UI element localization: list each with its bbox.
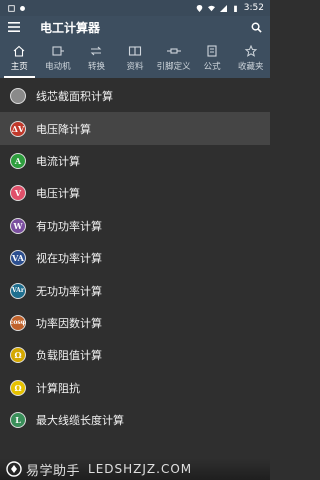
tab-label: 主页 [10,61,28,72]
app-bar: 电工计算器 [0,16,270,38]
list-item[interactable]: W 有功功率计算 [0,210,270,242]
calculator-badge-icon: ΔV [10,120,26,137]
calculator-badge-icon: VA [10,250,26,267]
calculator-badge-icon: VAr [10,282,26,299]
list-item[interactable]: L 最大线缆长度计算 [0,404,270,436]
formula-icon [207,44,217,57]
tab-favorites[interactable]: 收藏夹 [231,38,270,78]
list-item[interactable]: VA 视在功率计算 [0,242,270,274]
wifi-icon [207,5,215,11]
watermark: 易学助手 LEDSHZJZ.COM [0,458,270,480]
calculator-badge-icon: Ω [10,347,26,364]
gallery-icon [8,4,15,12]
tab-home[interactable]: 主页 [0,38,39,78]
motor-icon [52,45,64,56]
list-item-label: 计算阻抗 [36,381,80,395]
tab-formula[interactable]: 公式 [193,38,232,78]
tab-label: 公式 [203,61,221,72]
page-title: 电工计算器 [40,20,101,35]
list-item-label: 功率因数计算 [36,316,102,330]
calculator-badge-icon: cosφ [10,314,26,331]
calculator-list: 线芯截面积计算 ΔV 电压降计算 A 电流计算 V 电压计算 W 有功功率计算 VA 视在功率计算 V… [0,80,270,436]
search-button[interactable] [242,16,270,38]
list-item-label: 电流计算 [36,154,80,168]
tab-label: 引脚定义 [156,61,191,72]
calculator-badge-icon: V [10,185,26,202]
list-item-label: 有功功率计算 [36,219,102,233]
calculator-badge-icon: W [10,217,26,234]
status-time: 3:52 [243,3,264,13]
watermark-text: 易学助手 [26,463,81,479]
tab-convert[interactable]: 转换 [77,38,116,78]
location-icon [196,4,203,12]
search-icon [251,22,262,33]
tab-label: 电动机 [45,61,71,72]
list-item[interactable]: Ω 负载阻值计算 [0,339,270,371]
tab-bar: 主页 电动机 转换 资料 引脚定义 公式 收藏夹 [0,38,270,78]
list-item-label: 无功功率计算 [36,284,102,298]
book-icon [128,45,142,56]
list-item-label: 最大线缆长度计算 [36,414,124,428]
hamburger-icon [8,22,20,32]
calculator-badge-icon: L [10,412,26,429]
watermark-url: LEDSHZJZ.COM [88,462,193,476]
tab-pinout[interactable]: 引脚定义 [154,38,193,78]
list-item[interactable]: ΔV 电压降计算 [0,112,270,145]
calculator-badge-icon: A [10,152,26,169]
tab-label: 资料 [126,61,144,72]
list-item-label: 负载阻值计算 [36,349,102,363]
list-item[interactable]: 线芯截面积计算 [0,80,270,112]
star-icon [244,44,258,57]
list-item[interactable]: A 电流计算 [0,145,270,177]
convert-icon [91,46,102,55]
list-item[interactable]: cosφ 功率因数计算 [0,307,270,339]
pin-icon [166,47,181,54]
signal-icon [219,4,227,12]
home-icon [13,45,25,57]
calculator-badge-icon [10,88,26,105]
list-item-label: 电压计算 [36,187,80,201]
tab-label: 收藏夹 [238,61,264,72]
menu-button[interactable] [0,16,28,38]
tab-label: 转换 [87,61,105,72]
android-icon [20,5,25,11]
list-item-label: 线芯截面积计算 [36,90,113,104]
list-item[interactable]: VAr 无功功率计算 [0,274,270,306]
list-item-label: 视在功率计算 [36,252,102,266]
battery-icon [233,5,237,12]
calculator-badge-icon: Ω [10,379,26,396]
watermark-logo-icon [6,461,22,477]
status-bar: 3:52 [0,0,270,16]
list-item[interactable]: V 电压计算 [0,177,270,209]
list-item-label: 电压降计算 [36,122,91,136]
list-item[interactable]: Ω 计算阻抗 [0,372,270,404]
tab-reference[interactable]: 资料 [116,38,155,78]
tab-motor[interactable]: 电动机 [39,38,78,78]
